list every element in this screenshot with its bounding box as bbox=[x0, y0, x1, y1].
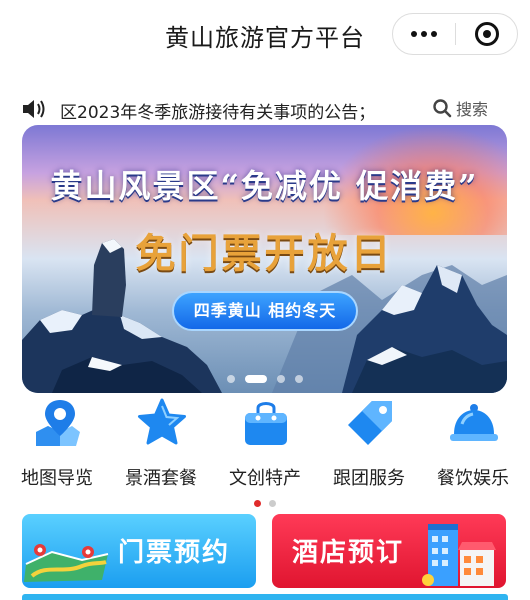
notice-text[interactable]: 区2023年冬季旅游接待有关事项的公告； bbox=[60, 98, 410, 122]
promo-banner[interactable]: 黄山风景区“免减优 促消费” 免门票开放日 四季黄山 相约冬天 bbox=[22, 125, 507, 393]
banner-subtitle: 免门票开放日 bbox=[135, 231, 394, 277]
next-section-edge bbox=[22, 594, 508, 600]
hotel-booking-card[interactable]: 酒店预订 bbox=[272, 514, 506, 588]
quick-nav: 地图导览 景酒套餐 文创特产 跟团服务 餐饮娱乐 bbox=[0, 396, 530, 506]
quick-nav-scenic-hotel-package[interactable]: 景酒套餐 bbox=[108, 396, 214, 496]
top-bar: 黄山旅游官方平台 bbox=[0, 0, 530, 70]
search-icon bbox=[433, 99, 452, 118]
shopping-bag-icon bbox=[245, 402, 287, 445]
banner-dot[interactable] bbox=[294, 375, 303, 383]
star-icon bbox=[138, 398, 186, 445]
search-label: 搜索 bbox=[456, 100, 489, 119]
hotel-booking-label: 酒店预订 bbox=[292, 538, 405, 568]
more-dots-icon bbox=[411, 31, 417, 37]
speaker-icon bbox=[23, 100, 45, 118]
ticket-booking-label: 门票预约 bbox=[118, 538, 231, 568]
close-target-icon bbox=[474, 22, 499, 46]
banner-dot[interactable] bbox=[226, 375, 235, 383]
quick-nav-dining-entertainment[interactable]: 餐饮娱乐 bbox=[420, 396, 526, 496]
map-pin-icon bbox=[36, 400, 80, 446]
tag-icon bbox=[348, 401, 392, 445]
quick-nav-pager[interactable] bbox=[0, 500, 530, 507]
quick-nav-label: 地图导览 bbox=[21, 468, 93, 489]
quick-nav-label: 景酒套餐 bbox=[125, 468, 197, 489]
hotel-building-icon bbox=[422, 524, 496, 586]
quick-nav-cultural-products[interactable]: 文创特产 bbox=[212, 396, 318, 496]
quick-nav-label: 文创特产 bbox=[229, 468, 301, 489]
notice-bar[interactable]: 区2023年冬季旅游接待有关事项的公告； 搜索 bbox=[0, 92, 530, 126]
quick-nav-page-dot[interactable] bbox=[269, 500, 276, 507]
search-button[interactable]: 搜索 bbox=[432, 96, 488, 120]
banner-slogan-pill: 四季黄山 相约冬天 bbox=[172, 291, 358, 331]
food-cloche-icon bbox=[450, 404, 498, 441]
quick-nav-map-guide[interactable]: 地图导览 bbox=[4, 396, 110, 496]
quick-nav-group-tour[interactable]: 跟团服务 bbox=[316, 396, 422, 496]
close-mini-program-button[interactable] bbox=[456, 22, 517, 46]
quick-nav-label: 跟团服务 bbox=[333, 468, 405, 489]
ticket-booking-card[interactable]: 门票预约 bbox=[22, 514, 256, 588]
ticket-route-icon bbox=[24, 544, 109, 582]
mini-program-capsule bbox=[392, 13, 518, 55]
banner-dot[interactable] bbox=[276, 375, 285, 383]
banner-indicator[interactable] bbox=[22, 375, 507, 383]
banner-title: 黄山风景区“免减优 促消费” bbox=[50, 167, 479, 205]
quick-nav-page-dot-active[interactable] bbox=[254, 500, 261, 507]
banner-dot-active[interactable] bbox=[244, 375, 267, 383]
quick-nav-label: 餐饮娱乐 bbox=[437, 468, 509, 489]
notice-fade bbox=[400, 96, 420, 122]
more-options-button[interactable] bbox=[393, 14, 455, 54]
